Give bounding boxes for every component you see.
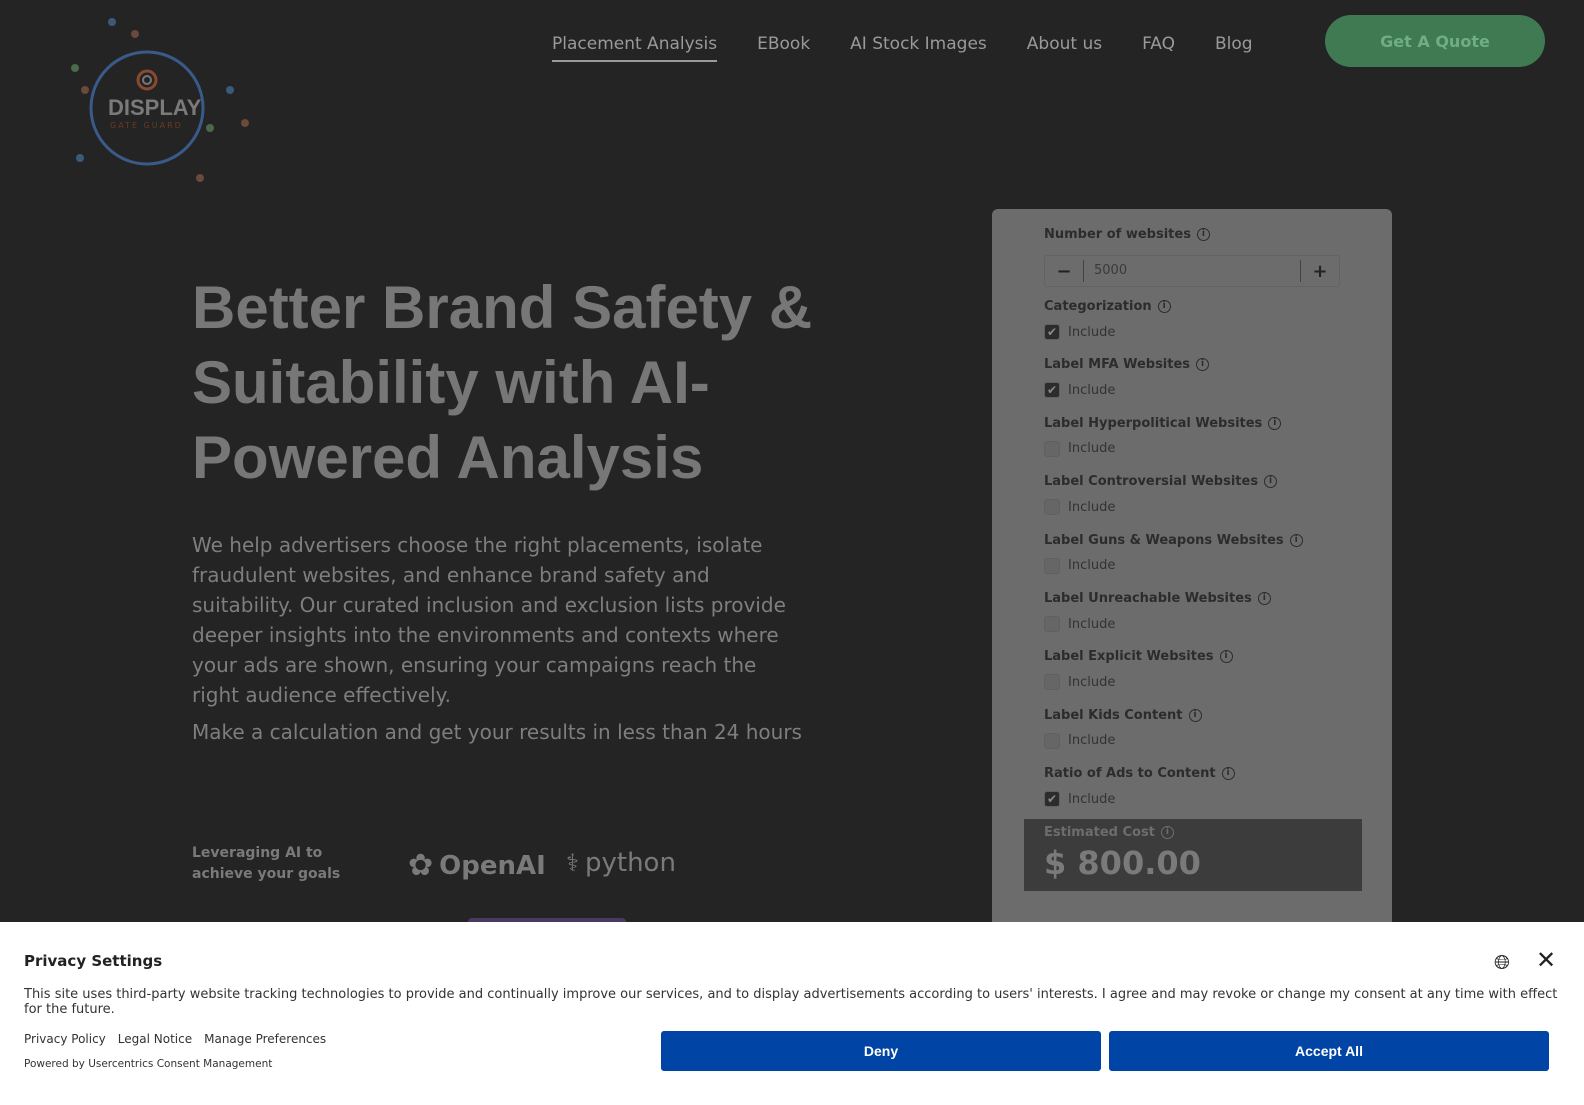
python-icon: ⚕ <box>566 849 579 877</box>
option-4: Label Guns & Weapons Websites i Include <box>1044 533 1303 574</box>
privacy-policy-link[interactable]: Privacy Policy <box>24 1032 106 1046</box>
main-nav: Placement Analysis EBook AI Stock Images… <box>552 34 1253 62</box>
info-icon[interactable]: i <box>1160 826 1174 839</box>
calculator-panel: Number of websites i − 5000 + Categorizat… <box>992 209 1392 929</box>
consent-banner: Privacy Settings 🌐︎ ✕ This site uses thi… <box>0 922 1584 1105</box>
include-label: Include <box>1068 441 1116 457</box>
checkbox[interactable] <box>1044 440 1060 457</box>
logo-text: DISPLAY <box>108 95 202 120</box>
info-icon[interactable]: i <box>1196 228 1210 241</box>
nav-blog[interactable]: Blog <box>1215 34 1253 62</box>
include-label: Include <box>1068 674 1116 690</box>
increment-button[interactable]: + <box>1301 261 1339 282</box>
nav-about-us[interactable]: About us <box>1027 34 1102 62</box>
logo-subtext: GATE GUARD <box>110 121 183 130</box>
info-icon[interactable]: i <box>1196 358 1210 372</box>
option-label: Label Hyperpolitical Websites <box>1044 415 1263 431</box>
consent-title: Privacy Settings <box>24 952 163 970</box>
openai-icon: ✿ <box>408 848 434 883</box>
include-checkbox[interactable]: ✔ Include <box>1044 382 1209 399</box>
hero-cta-text: Make a calculation and get your results … <box>192 720 802 744</box>
websites-label: Number of websites <box>1044 227 1191 242</box>
option-6: Label Explicit Websites i Include <box>1044 649 1233 691</box>
websites-stepper: − 5000 + <box>1044 255 1340 287</box>
accept-all-button[interactable]: Accept All <box>1109 1031 1549 1071</box>
info-icon[interactable]: i <box>1264 475 1278 489</box>
include-label: Include <box>1068 499 1116 515</box>
include-checkbox[interactable]: Include <box>1044 732 1202 749</box>
hero-description: We help advertisers choose the right pla… <box>192 533 786 707</box>
include-checkbox[interactable]: ✔ Include <box>1044 791 1235 808</box>
nav-faq[interactable]: FAQ <box>1142 34 1175 62</box>
checkbox[interactable] <box>1044 499 1060 516</box>
estimated-cost: Estimated Cost i $ 800.00 <box>1024 819 1362 891</box>
include-label: Include <box>1068 558 1116 574</box>
logo[interactable]: DISPLAY GATE GUARD <box>50 18 250 193</box>
language-globe-icon[interactable]: 🌐︎ <box>1494 950 1510 974</box>
checkbox[interactable]: ✔ <box>1044 324 1060 340</box>
decrement-button[interactable]: − <box>1045 261 1083 282</box>
python-logo: ⚕ python <box>566 848 676 878</box>
include-label: Include <box>1068 616 1116 632</box>
openai-label: OpenAI <box>439 850 546 881</box>
option-1: Label MFA Websites i ✔ Include <box>1044 357 1210 399</box>
info-icon[interactable]: i <box>1289 533 1303 547</box>
hero-title: Better Brand Safety & Suitability with A… <box>192 274 813 491</box>
checkbox[interactable]: ✔ <box>1044 791 1060 808</box>
nav-ai-stock-images[interactable]: AI Stock Images <box>850 34 987 62</box>
info-icon[interactable]: i <box>1219 650 1233 664</box>
option-7: Label Kids Content i Include <box>1044 708 1202 749</box>
option-8: Ratio of Ads to Content i ✔ Include <box>1044 766 1235 808</box>
info-icon[interactable]: i <box>1257 592 1271 605</box>
option-label: Categorization <box>1044 299 1152 314</box>
option-2: Label Hyperpolitical Websites i Include <box>1044 415 1282 457</box>
websites-input[interactable]: 5000 <box>1083 260 1301 282</box>
option-0: Categorization i ✔ Include <box>1044 299 1171 340</box>
checkbox[interactable] <box>1044 557 1060 574</box>
option-label: Label Controversial Websites <box>1044 474 1259 490</box>
option-5: Label Unreachable Websites i Include <box>1044 591 1271 632</box>
close-icon[interactable]: ✕ <box>1536 946 1556 974</box>
include-checkbox[interactable]: Include <box>1044 616 1271 632</box>
consent-text: This site uses third-party website track… <box>24 987 1558 1017</box>
info-icon[interactable]: i <box>1188 708 1202 722</box>
powered-by: Powered by Usercentrics Consent Manageme… <box>24 1058 273 1070</box>
legal-notice-link[interactable]: Legal Notice <box>118 1032 192 1046</box>
option-3: Label Controversial Websites i Include <box>1044 474 1278 516</box>
include-checkbox[interactable]: ✔ Include <box>1044 324 1171 340</box>
checkbox[interactable]: ✔ <box>1044 382 1060 399</box>
include-label: Include <box>1068 733 1116 749</box>
nav-placement-analysis[interactable]: Placement Analysis <box>552 34 718 62</box>
include-label: Include <box>1068 324 1116 340</box>
cost-label: Estimated Cost <box>1044 825 1155 840</box>
include-label: Include <box>1068 791 1116 807</box>
option-label: Ratio of Ads to Content <box>1044 766 1216 782</box>
include-label: Include <box>1068 382 1116 398</box>
include-checkbox[interactable]: Include <box>1044 674 1233 691</box>
option-label: Label MFA Websites <box>1044 357 1191 373</box>
get-quote-button[interactable]: Get A Quote <box>1325 15 1545 67</box>
leveraging-text: Leveraging AI to achieve your goals <box>192 845 341 882</box>
option-label: Label Kids Content <box>1044 707 1183 723</box>
openai-logo: ✿ OpenAI <box>408 848 546 883</box>
info-icon[interactable]: i <box>1268 416 1282 430</box>
info-icon[interactable]: i <box>1157 300 1171 313</box>
option-label: Label Explicit Websites <box>1044 649 1214 665</box>
python-label: python <box>584 848 676 878</box>
include-checkbox[interactable]: Include <box>1044 557 1303 574</box>
option-label: Label Unreachable Websites <box>1044 591 1252 606</box>
cost-value: $ 800.00 <box>1044 844 1201 882</box>
checkbox[interactable] <box>1044 616 1060 632</box>
checkbox[interactable] <box>1044 674 1060 691</box>
info-icon[interactable]: i <box>1221 767 1235 781</box>
manage-preferences-link[interactable]: Manage Preferences <box>204 1032 326 1046</box>
deny-button[interactable]: Deny <box>661 1031 1101 1071</box>
include-checkbox[interactable]: Include <box>1044 499 1277 516</box>
include-checkbox[interactable]: Include <box>1044 440 1281 457</box>
option-label: Label Guns & Weapons Websites <box>1044 532 1284 548</box>
checkbox[interactable] <box>1044 732 1060 749</box>
nav-ebook[interactable]: EBook <box>757 34 810 62</box>
